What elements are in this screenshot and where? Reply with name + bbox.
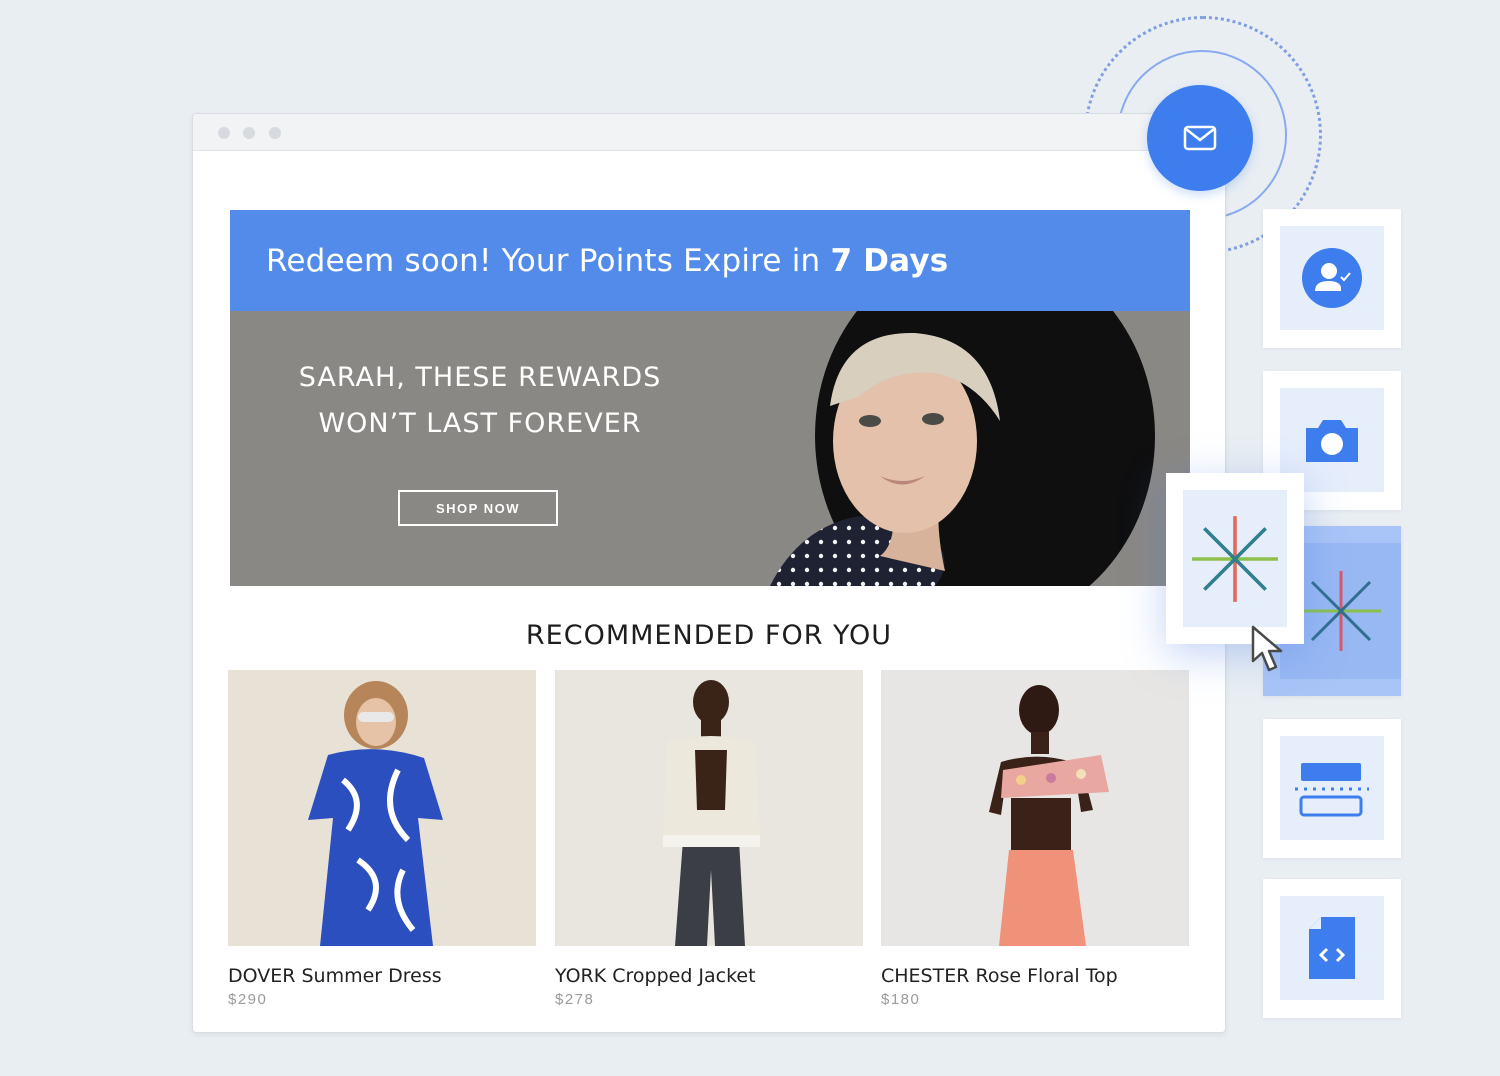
hero-model-photo <box>730 311 1190 586</box>
window-dot <box>243 127 255 139</box>
window-dot <box>218 127 230 139</box>
form-layout-icon <box>1295 763 1369 817</box>
product-name: DOVER Summer Dress <box>228 965 442 987</box>
points-expiry-banner[interactable]: Redeem soon! Your Points Expire in 7 Day… <box>230 210 1190 311</box>
envelope-icon <box>1183 125 1217 151</box>
asterisk-logo-icon <box>1192 515 1278 602</box>
product-card[interactable]: DOVER Summer Dress $290 <box>228 670 536 1008</box>
banner-heading: Redeem soon! Your Points Expire in 7 Day… <box>266 242 949 279</box>
asterisk-logo-icon <box>1300 571 1381 651</box>
product-name: CHESTER Rose Floral Top <box>881 965 1118 987</box>
section-title: RECOMMENDED FOR YOU <box>525 620 893 651</box>
tool-card-form[interactable] <box>1263 719 1401 858</box>
user-check-icon <box>1302 248 1362 308</box>
product-card[interactable]: YORK Cropped Jacket $278 <box>555 670 863 1008</box>
product-photo <box>228 670 536 946</box>
code-file-icon <box>1309 917 1355 979</box>
email-preview-window: Redeem soon! Your Points Expire in 7 Day… <box>192 113 1226 1033</box>
window-title-bar <box>193 114 1225 151</box>
product-name: YORK Cropped Jacket <box>555 965 756 987</box>
product-card[interactable]: CHESTER Rose Floral Top $180 <box>881 670 1189 1008</box>
window-dot <box>269 127 281 139</box>
shop-now-button[interactable]: SHOP NOW <box>398 490 558 526</box>
product-photo <box>555 670 863 946</box>
product-price: $278 <box>555 991 595 1008</box>
email-badge[interactable] <box>1147 85 1253 191</box>
camera-icon <box>1306 420 1358 462</box>
mouse-cursor-icon <box>1251 625 1283 672</box>
tool-card-code[interactable] <box>1263 879 1401 1018</box>
tool-card-user[interactable] <box>1263 209 1401 348</box>
hero-headline: SARAH, THESE REWARDS WON’T LAST FOREVER <box>298 362 662 439</box>
product-price: $180 <box>881 991 921 1008</box>
product-price: $290 <box>228 991 268 1008</box>
dragged-logo-card[interactable] <box>1166 473 1304 644</box>
hero-section[interactable]: SARAH, THESE REWARDS WON’T LAST FOREVER … <box>230 311 1190 586</box>
product-photo <box>881 670 1189 946</box>
